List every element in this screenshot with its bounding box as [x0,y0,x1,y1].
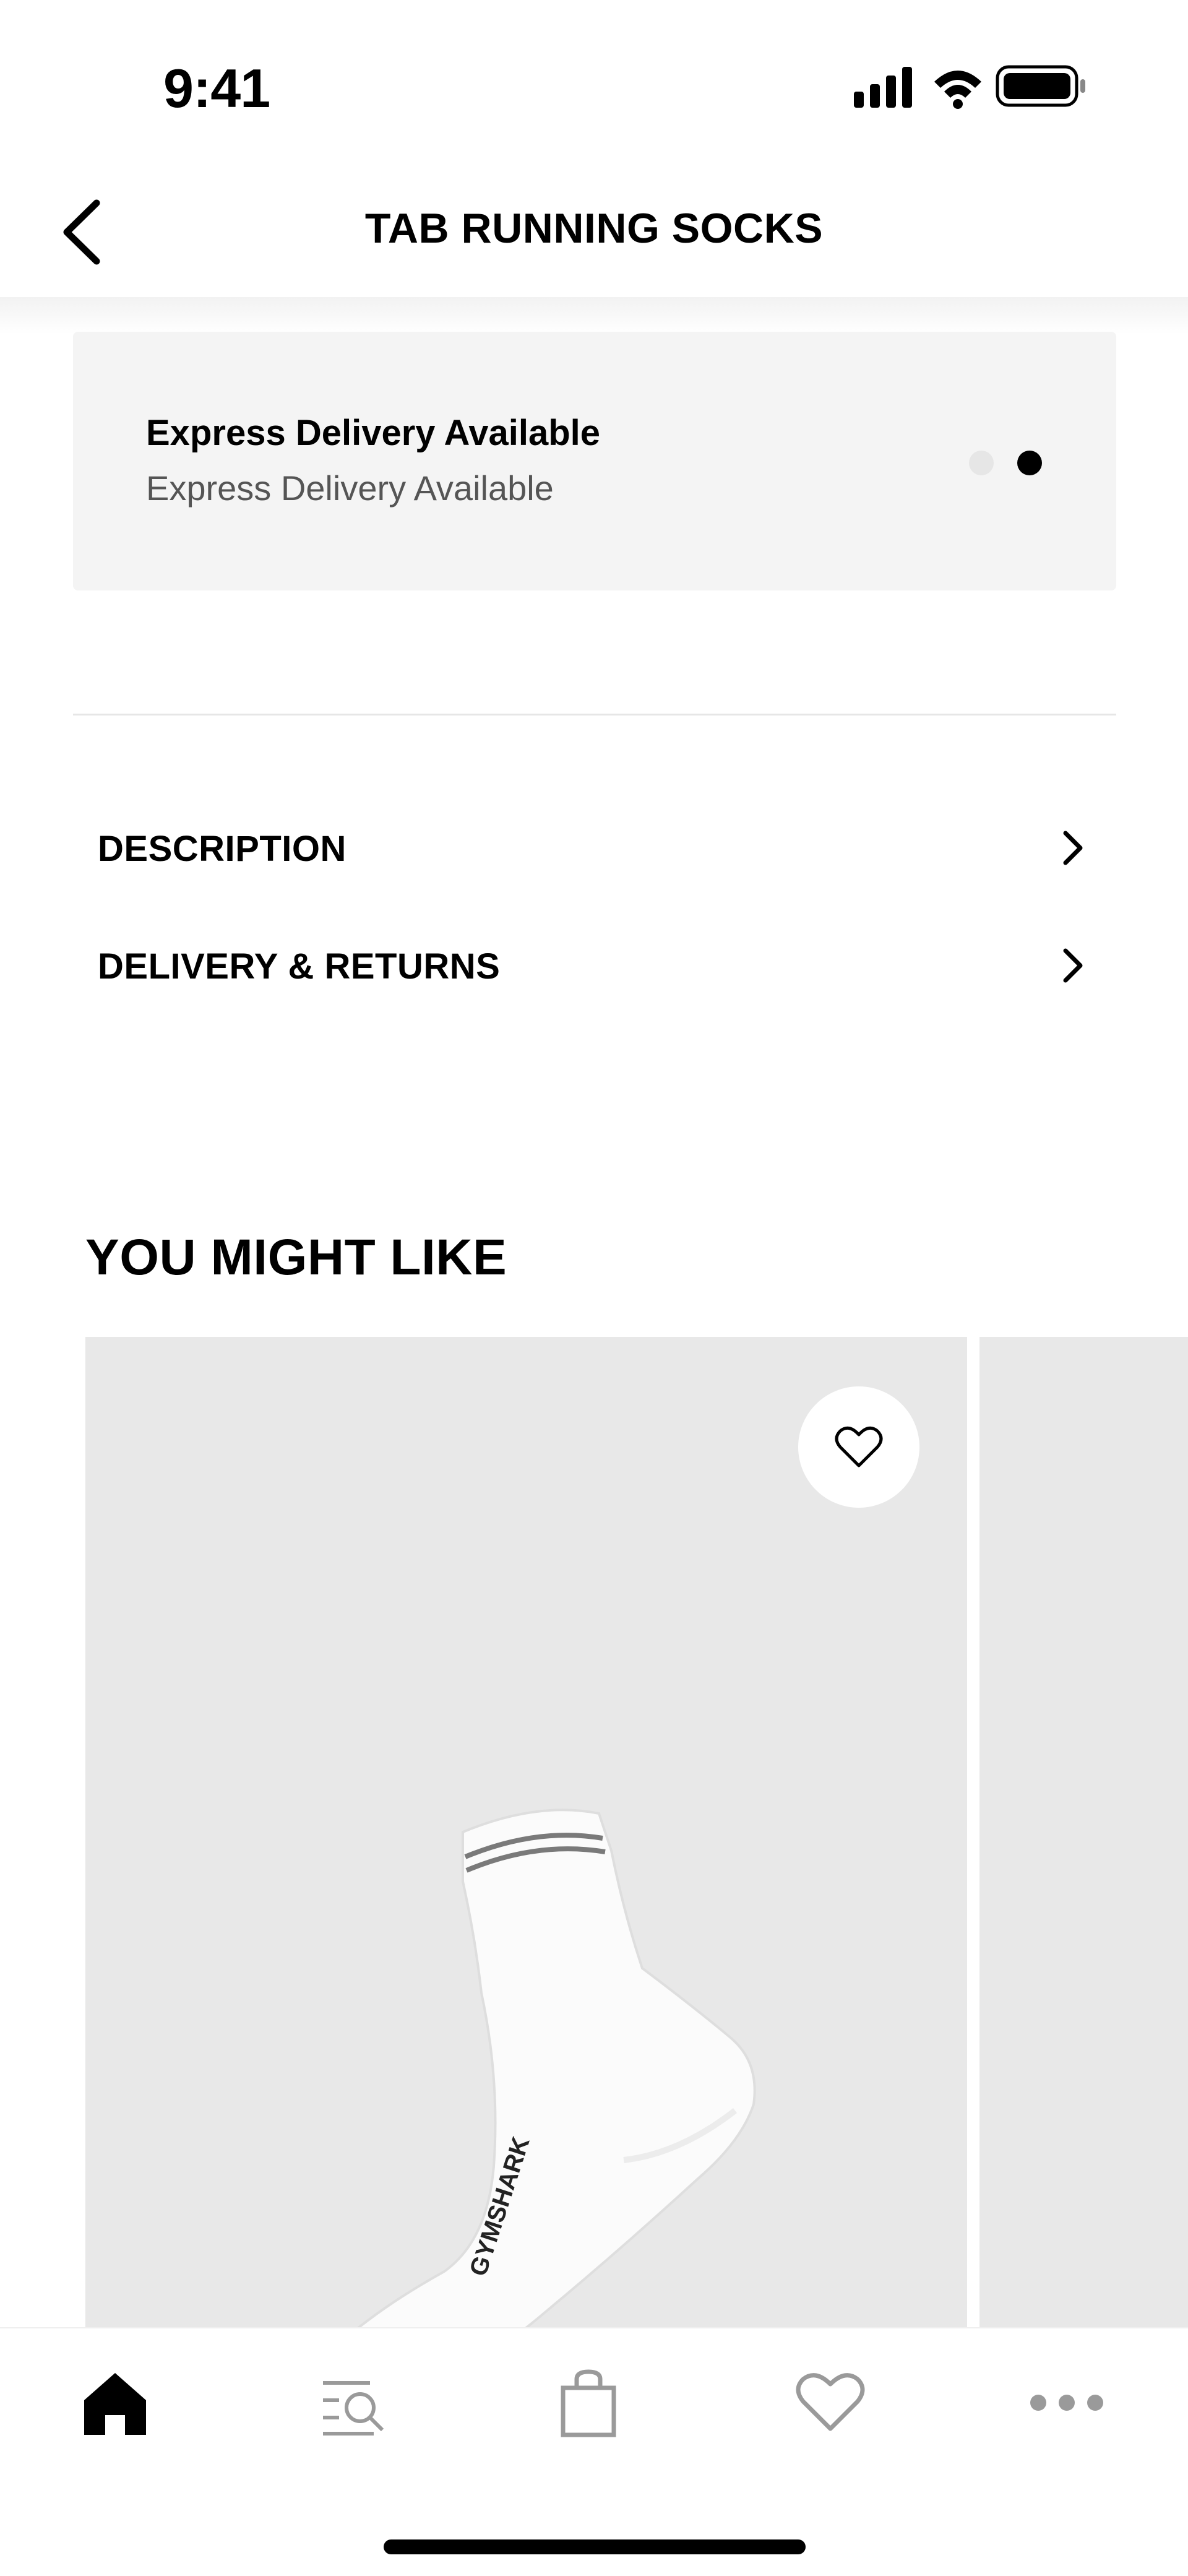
status-time: 9:41 [163,58,270,119]
delivery-title: Express Delivery Available [146,413,601,453]
delivery-banner[interactable]: Express Delivery Available Express Deliv… [73,332,1116,590]
tab-home[interactable] [78,2366,165,2452]
chevron-right-icon [1063,831,1083,865]
home-icon [84,2373,146,2435]
section-title: YOU MIGHT LIKE [85,1229,507,1286]
bag-icon [561,2369,616,2437]
tab-bag[interactable] [551,2366,637,2452]
home-indicator [384,2539,806,2554]
page-title: TAB RUNNING SOCKS [364,205,824,252]
tab-wishlist[interactable] [793,2366,880,2452]
status-bar: 9:41 [0,0,1188,155]
product-image: GYMSHARK [357,1809,756,2327]
favorite-button[interactable] [798,1386,919,1508]
tab-more[interactable] [1030,2366,1116,2452]
more-icon [1030,2395,1103,2411]
description-row[interactable]: DESCRIPTION [73,805,1116,891]
heart-icon [796,2373,865,2431]
nav-header: TAB RUNNING SOCKS [0,155,1188,297]
carousel-dots [969,448,1043,475]
carousel-dot[interactable] [969,451,994,475]
product-card-next[interactable] [979,1337,1188,2327]
delivery-returns-label: DELIVERY & RETURNS [98,946,501,987]
delivery-subtitle: Express Delivery Available [146,469,554,508]
signal-wifi-battery-icon [854,65,1085,109]
product-card[interactable]: GYMSHARK [85,1337,967,2327]
tab-search[interactable] [314,2366,401,2452]
header-shadow [0,297,1188,334]
search-icon [323,2381,384,2436]
chevron-right-icon [1063,948,1083,983]
status-icons [854,63,1089,110]
description-label: DESCRIPTION [98,829,346,869]
heart-outline-icon [835,1426,883,1467]
carousel-dot-active[interactable] [1017,451,1042,475]
tab-bar [0,2327,1188,2576]
delivery-returns-row[interactable]: DELIVERY & RETURNS [73,922,1116,1009]
divider [73,714,1116,715]
